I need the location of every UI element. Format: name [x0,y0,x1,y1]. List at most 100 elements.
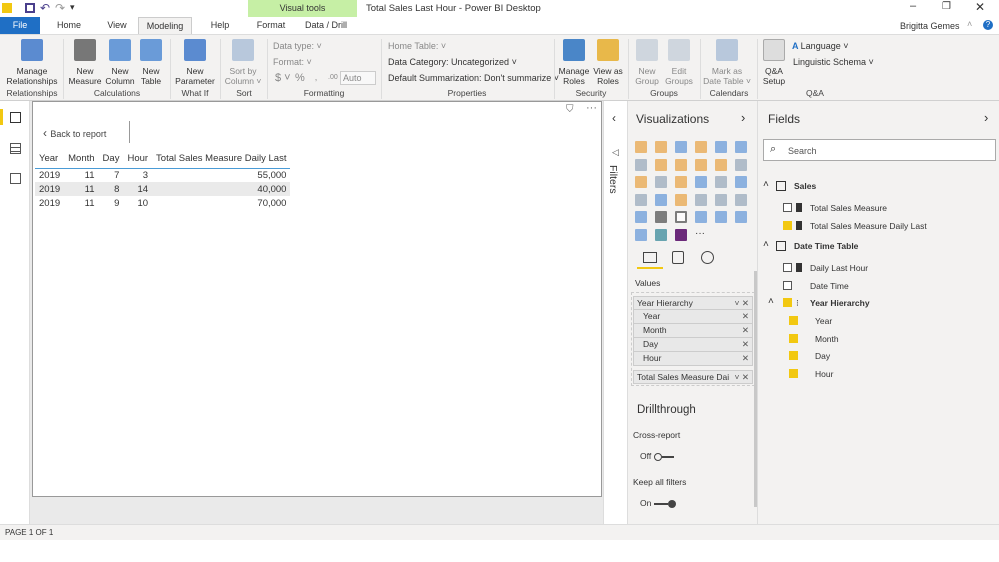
language-dropdown[interactable]: A Language ˅ [792,41,848,51]
field-item[interactable]: Date Time [810,281,849,291]
more-options-icon[interactable]: ··· [586,102,597,114]
undo-icon[interactable]: ↶ [40,1,50,15]
map-visual-icon[interactable] [735,176,747,188]
column-header[interactable]: Day [99,150,124,168]
100-bar-visual-icon[interactable] [715,141,727,153]
home-table-dropdown[interactable]: Home Table: ˅ [388,41,446,51]
close-button[interactable]: ✕ [975,0,985,14]
data-view-button[interactable] [10,143,21,154]
ribbon-visual-icon[interactable] [735,158,747,171]
custom-visual-visual-icon[interactable] [675,228,687,241]
arcgis-visual-icon[interactable] [655,228,667,241]
analytics-icon[interactable] [701,251,714,264]
percent-button[interactable]: % [295,72,305,84]
help-icon[interactable]: ? [983,20,993,30]
comma-button[interactable]: ‚ [315,72,317,82]
hierarchy-level-year[interactable]: Year ✕ [633,310,753,324]
format-paint-roller-icon[interactable] [672,251,684,264]
stacked-bar-visual-icon[interactable] [635,141,647,153]
table-row[interactable]: 2019 11 7 3 55,000 [35,168,290,182]
stacked-area-visual-icon[interactable] [675,158,687,171]
clustered-bar-visual-icon[interactable] [675,141,687,153]
user-name[interactable]: Brigitta Gemes [900,21,960,31]
format-dropdown[interactable]: Format: ˅ [273,57,312,67]
waterfall-visual-icon[interactable] [635,176,647,188]
remove-icon[interactable]: ˅ ✕ [734,371,749,383]
model-view-button[interactable] [10,173,21,184]
column-header[interactable]: Year [35,150,64,168]
field-checkbox[interactable] [783,263,792,272]
hierarchy-level[interactable]: Day [815,351,830,361]
treemap-visual-icon[interactable] [715,176,727,188]
donut-visual-icon[interactable] [695,176,707,188]
chevron-left-icon[interactable]: ‹ [612,111,616,125]
pie-visual-icon[interactable] [675,176,687,188]
field-checkbox[interactable] [783,280,792,290]
card-visual-icon[interactable] [695,193,707,206]
hierarchy-level[interactable]: Hour [815,369,833,379]
new-group-button[interactable]: New Group [632,39,662,86]
save-icon[interactable] [25,3,35,13]
remove-icon[interactable]: ✕ [742,310,749,323]
table-row[interactable]: 2019 11 9 10 70,000 [35,196,290,210]
view-as-roles-button[interactable]: View as Roles [591,39,625,86]
collapse-ribbon-icon[interactable]: ˄ [967,19,972,29]
table-row[interactable]: 2019 11 8 14 40,000 [35,182,291,196]
filters-pane-collapsed[interactable]: ‹ ◁ Filters [603,101,627,524]
scatter-visual-icon[interactable] [655,176,667,188]
year-hierarchy-field[interactable]: Year Hierarchy ˅ ✕ [633,296,753,310]
new-table-button[interactable]: New Table [137,39,165,86]
data-type-dropdown[interactable]: Data type: ˅ [273,41,322,51]
report-view-button[interactable] [10,112,21,123]
hierarchy-level-checkbox[interactable] [789,368,798,378]
measure-field[interactable]: Total Sales Measure Dai ˅ ✕ [633,370,753,384]
chevron-right-icon[interactable]: › [984,110,988,125]
hierarchy-level-checkbox[interactable] [789,333,798,343]
kpi-visual-icon[interactable] [735,193,747,206]
filled-map-visual-icon[interactable] [635,193,647,206]
column-header[interactable]: Month [64,150,98,168]
mark-as-date-table-button[interactable]: Mark as Date Table ˅ [702,39,752,86]
field-item[interactable]: Total Sales Measure Daily Last [810,221,927,231]
filter-visual-icon[interactable]: ⛉ [566,104,574,115]
tab-modeling[interactable]: Modeling [138,17,192,34]
funnel-visual-icon[interactable] [655,193,667,206]
sort-by-column-button[interactable]: Sort by Column ˅ [222,39,264,86]
remove-icon[interactable]: ✕ [742,338,749,351]
field-item[interactable]: Total Sales Measure [810,203,887,213]
hierarchy-level-hour[interactable]: Hour ✕ [633,352,753,366]
field-item[interactable]: Daily Last Hour [810,263,868,273]
edit-groups-button[interactable]: Edit Groups [663,39,695,86]
remove-icon[interactable]: ˅ ✕ [735,297,749,310]
slicer-visual-icon[interactable] [635,211,647,223]
field-checkbox[interactable] [783,220,792,230]
qa-setup-button[interactable]: Q&A Setup [760,39,788,86]
stacked-column-visual-icon[interactable] [655,141,667,153]
hierarchy-checkbox[interactable] [783,298,792,307]
data-category-dropdown[interactable]: Data Category: Uncategorized ˅ [388,57,517,67]
line-clustered-visual-icon[interactable] [715,158,727,171]
matrix-visual-icon[interactable] [675,211,687,223]
field-checkbox[interactable] [783,203,792,212]
hierarchy-level-day[interactable]: Day ✕ [633,338,753,352]
tab-home[interactable]: Home [50,17,88,34]
linguistic-schema-dropdown[interactable]: Linguistic Schema ˅ [793,57,874,67]
multi-row-card-visual-icon[interactable] [715,193,727,206]
hierarchy-level[interactable]: Year [815,316,832,326]
more-visuals-icon[interactable]: ··· [695,228,705,239]
redo-icon[interactable]: ↷ [55,1,65,15]
decimal-places-input[interactable]: Auto [340,71,376,85]
hierarchy-level-month[interactable]: Month ✕ [633,324,753,338]
remove-icon[interactable]: ✕ [742,324,749,337]
new-column-button[interactable]: New Column [103,39,137,86]
field-table-1[interactable]: Date Time Table [794,241,858,251]
decimal-button[interactable]: .00 [328,74,338,81]
hierarchy-name[interactable]: Year Hierarchy [810,298,870,308]
tab-file[interactable]: File [0,17,40,34]
area-visual-icon[interactable] [655,158,667,171]
tab-data-drill[interactable]: Data / Drill [296,17,356,34]
currency-button[interactable]: $ ˅ [275,72,291,84]
table-visual-icon[interactable] [655,211,667,223]
back-to-report-button[interactable]: ‹ Back to report [43,126,106,140]
search-input[interactable]: ⌕ Search [763,139,996,161]
